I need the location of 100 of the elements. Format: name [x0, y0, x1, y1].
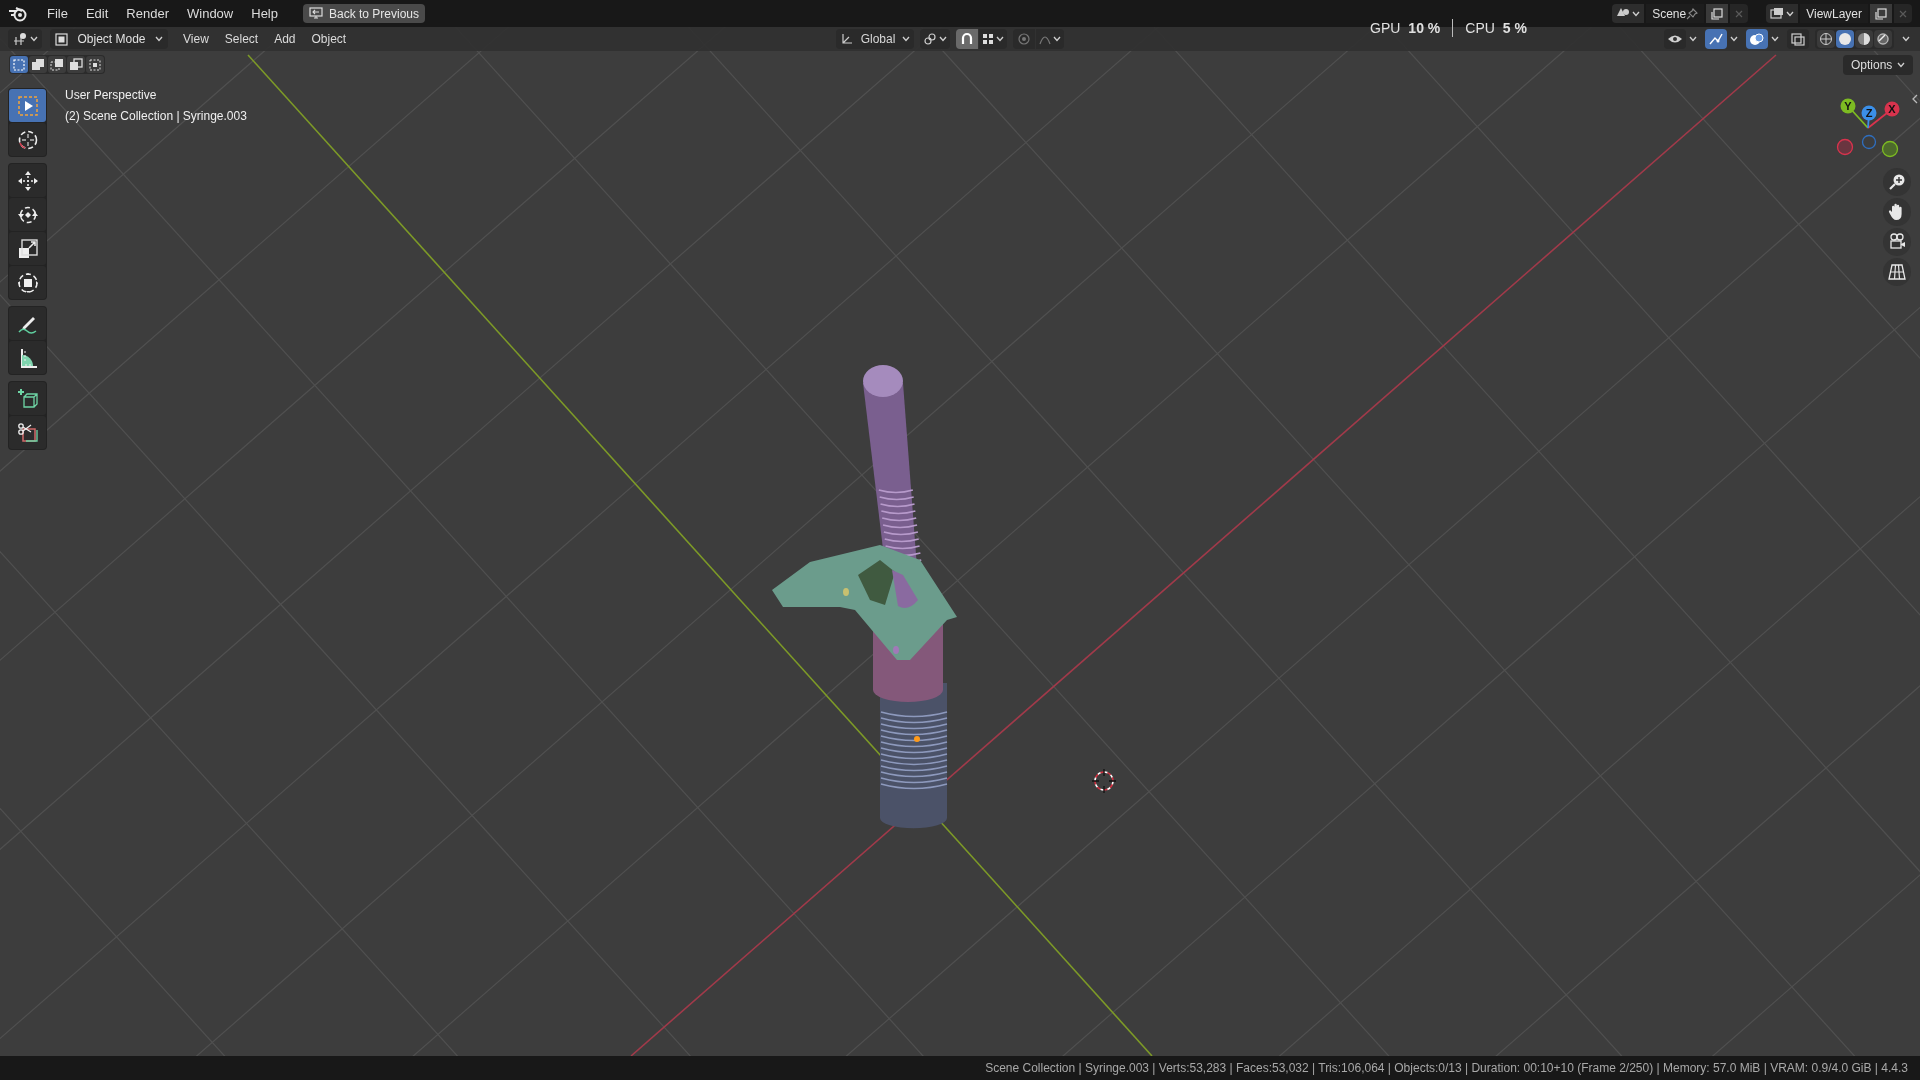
tool-button[interactable]: [9, 416, 46, 449]
intersect-selection-icon: [88, 57, 102, 72]
invert-selection-icon: [69, 57, 83, 72]
header-menu[interactable]: Add: [267, 29, 303, 49]
selection-mode-button[interactable]: [67, 56, 85, 73]
caret-icon: [1786, 10, 1795, 17]
header-menu[interactable]: Select: [217, 29, 266, 49]
proportional-options-button[interactable]: [1036, 29, 1064, 49]
caret-icon: [30, 36, 38, 42]
snap-options-button[interactable]: [979, 29, 1007, 49]
app-logo[interactable]: [8, 5, 28, 22]
sidebar-toggle-icon[interactable]: [1912, 94, 1918, 104]
tool-button[interactable]: [9, 232, 46, 265]
status-bar-text: Scene Collection | Syringe.003 | Verts:53,283 | Faces:53,032 | Tris:106,064 | Objects:0/13 | Duration: 00:10+10 (Frame 2/250) | Memory: 57.0 MiB | VRAM: 0.9/4.0 GiB | 4.4.3: [985, 1060, 1908, 1077]
negative-y-axis-handle[interactable]: [1881, 140, 1899, 158]
caret-icon: [939, 36, 947, 42]
tool-button[interactable]: [9, 341, 46, 374]
orientation-dropdown[interactable]: Global: [836, 29, 914, 49]
back-to-previous-button[interactable]: Back to Previous: [303, 4, 426, 23]
selection-mode-button[interactable]: [48, 56, 66, 73]
caret-icon: [1730, 36, 1738, 42]
options-dropdown[interactable]: Options: [1843, 55, 1914, 75]
rendered-shading-button[interactable]: [1874, 30, 1892, 48]
menu-item[interactable]: Help: [244, 3, 285, 24]
view-layer-name-field[interactable]: ViewLayer: [1800, 4, 1868, 23]
tool-button[interactable]: [9, 164, 46, 197]
shapes-selector-button[interactable]: [1612, 4, 1645, 23]
proportional-toggle[interactable]: [1013, 29, 1035, 49]
scene-name-field[interactable]: Scene: [1646, 4, 1705, 23]
snap-toggle[interactable]: [956, 29, 978, 49]
gpu-label: GPU: [1370, 18, 1401, 38]
select-box-icon: [15, 93, 40, 118]
pivot-icon: [923, 32, 937, 46]
caret-icon: [1771, 36, 1779, 42]
cpu-value: 5 %: [1502, 18, 1527, 38]
editor-type-button[interactable]: [8, 29, 42, 49]
negative-z-axis-handle[interactable]: [1861, 134, 1877, 150]
selection-mode-button[interactable]: [29, 56, 47, 73]
tool-button[interactable]: [9, 198, 46, 231]
new-selection-icon: [12, 57, 26, 72]
overlays-icon: [1749, 32, 1765, 46]
new-scene-button[interactable]: [1706, 4, 1729, 23]
gizmos-toggle[interactable]: [1705, 29, 1727, 49]
tool-button[interactable]: [9, 307, 46, 340]
negative-x-axis-handle[interactable]: [1836, 138, 1854, 156]
wireframe-shading-button[interactable]: [1817, 30, 1835, 48]
xray-icon: [1790, 32, 1806, 46]
caret-icon: [1902, 36, 1910, 42]
new-view-layer-button[interactable]: [1870, 4, 1892, 23]
active-object-label: (2) Scene Collection | Syringe.003: [65, 108, 247, 125]
tool-button[interactable]: [9, 266, 46, 299]
caret-icon: [1897, 62, 1906, 68]
axes-icon: [840, 32, 854, 46]
3d-cursor-icon[interactable]: [1091, 768, 1117, 794]
selection-mode-button[interactable]: [10, 56, 28, 73]
camera-view-button[interactable]: [1883, 228, 1911, 256]
xray-toggle[interactable]: [1787, 29, 1809, 49]
material-sphere-icon: [1857, 32, 1871, 46]
zoom-view-button[interactable]: [1883, 168, 1911, 196]
add-cube-icon: [15, 386, 40, 411]
transform-icon: [15, 270, 40, 295]
extend-selection-icon: [31, 57, 45, 72]
layers-selector-button[interactable]: [1766, 4, 1799, 23]
mode-dropdown[interactable]: Object Mode: [50, 29, 168, 49]
pivot-point-button[interactable]: [920, 29, 950, 49]
visibility-toggle[interactable]: [1664, 29, 1686, 49]
viewport-icon: [12, 32, 28, 46]
menu-item[interactable]: File: [40, 3, 75, 24]
overlays-toggle[interactable]: [1746, 29, 1768, 49]
tool-button[interactable]: [9, 382, 46, 415]
header-menu[interactable]: View: [176, 29, 216, 49]
pin-icon: [1686, 7, 1699, 20]
menu-item[interactable]: Render: [119, 3, 176, 24]
monitor-arrow-icon: [309, 7, 323, 20]
proportional-icon: [1017, 32, 1031, 46]
selection-mode-button[interactable]: [86, 56, 104, 73]
grid-dots-icon: [982, 33, 994, 45]
perspective-view-button[interactable]: [1883, 258, 1911, 286]
caret-icon: [1632, 10, 1641, 17]
wireframe-sphere-icon: [1819, 32, 1833, 46]
copy-icon: [1711, 7, 1724, 20]
solid-shading-button[interactable]: [1836, 30, 1854, 48]
subtract-selection-icon: [50, 57, 64, 72]
copy-icon: [1875, 7, 1887, 20]
close-icon: [1898, 8, 1908, 19]
gizmo-icon: [1708, 32, 1724, 46]
caret-icon: [1689, 36, 1697, 42]
falloff-curve-icon: [1039, 33, 1051, 45]
solid-sphere-icon: [1838, 32, 1852, 46]
material-shading-button[interactable]: [1855, 30, 1873, 48]
menu-item[interactable]: Edit: [78, 3, 116, 24]
tool-button[interactable]: [9, 123, 46, 156]
magnet-icon: [960, 32, 974, 46]
close-icon: [1734, 8, 1745, 19]
pan-view-button[interactable]: [1883, 198, 1911, 226]
menu-item[interactable]: Window: [180, 3, 241, 24]
rendered-sphere-icon: [1876, 32, 1890, 46]
header-menu[interactable]: Object: [304, 29, 354, 49]
caret-icon: [996, 36, 1004, 42]
view-name-label: User Perspective: [65, 87, 158, 104]
